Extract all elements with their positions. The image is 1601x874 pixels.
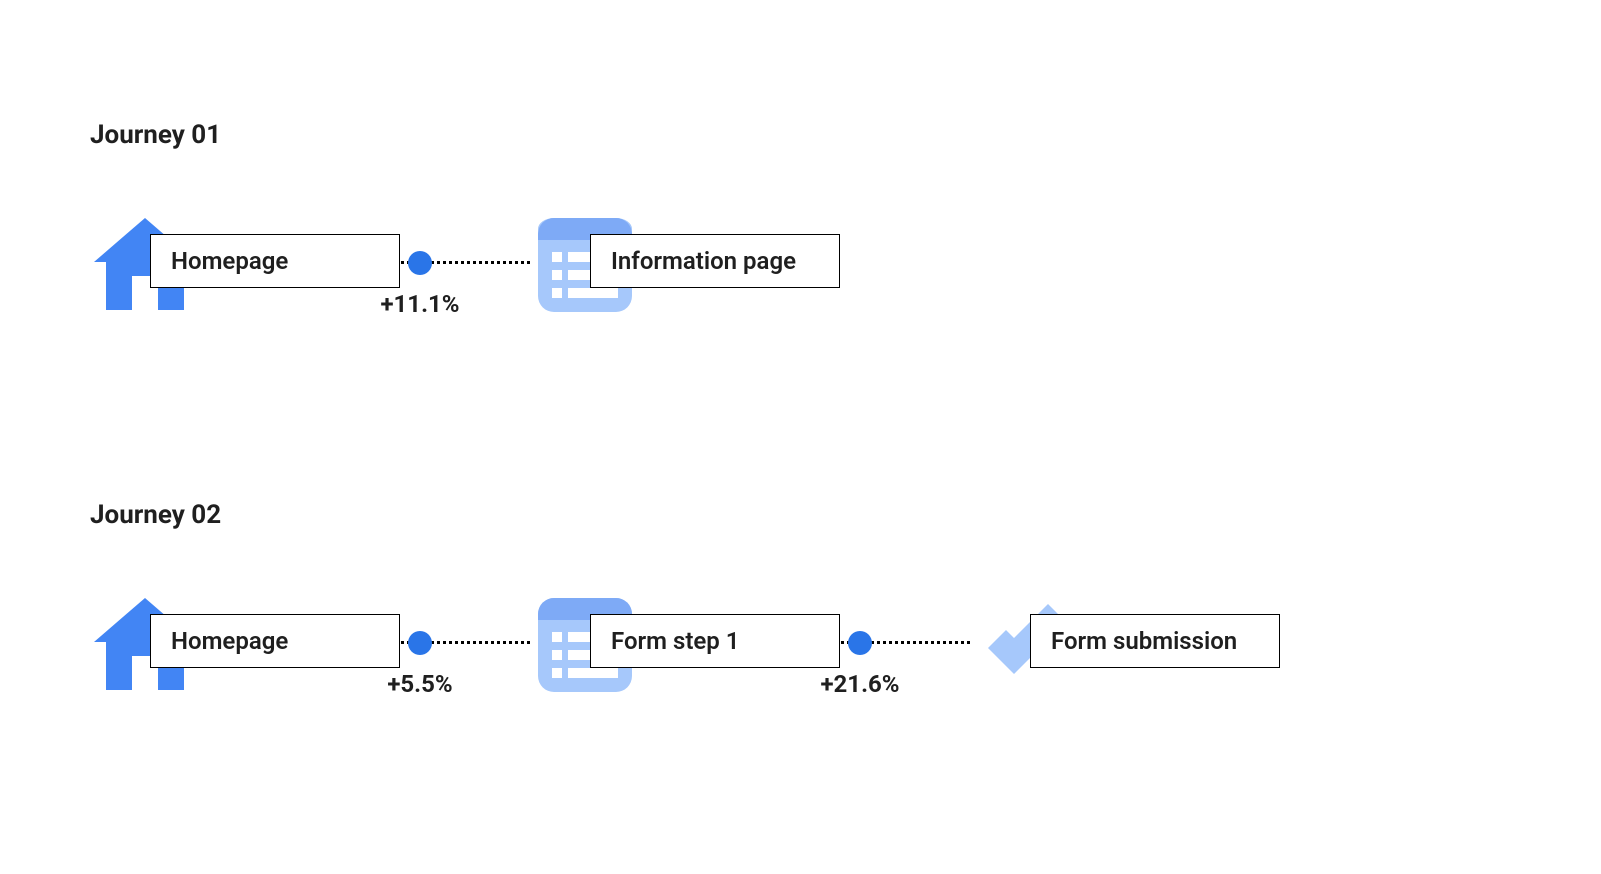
- journey-title: Journey 02: [90, 500, 221, 530]
- step-label: Information page: [590, 234, 840, 288]
- journey-step: Form step 1: [530, 590, 840, 700]
- connector-dot-icon: [408, 631, 432, 655]
- connector-dot-icon: [408, 251, 432, 275]
- step-label: Form step 1: [590, 614, 840, 668]
- journey-step: Homepage: [90, 590, 400, 700]
- step-label: Homepage: [150, 234, 400, 288]
- step-label: Form submission: [1030, 614, 1280, 668]
- journey-step: Information page: [530, 210, 840, 320]
- connector-dot-icon: [848, 631, 872, 655]
- connector-value: +11.1%: [380, 290, 459, 318]
- step-label: Homepage: [150, 614, 400, 668]
- connector-value: +21.6%: [820, 670, 899, 698]
- journey-title: Journey 01: [90, 120, 221, 150]
- connector-value: +5.5%: [387, 670, 452, 698]
- diagram-canvas: Journey 01 Homepage +11.1%: [0, 0, 1601, 874]
- journey-step: Homepage: [90, 210, 400, 320]
- journey-step: Form submission: [970, 590, 1280, 700]
